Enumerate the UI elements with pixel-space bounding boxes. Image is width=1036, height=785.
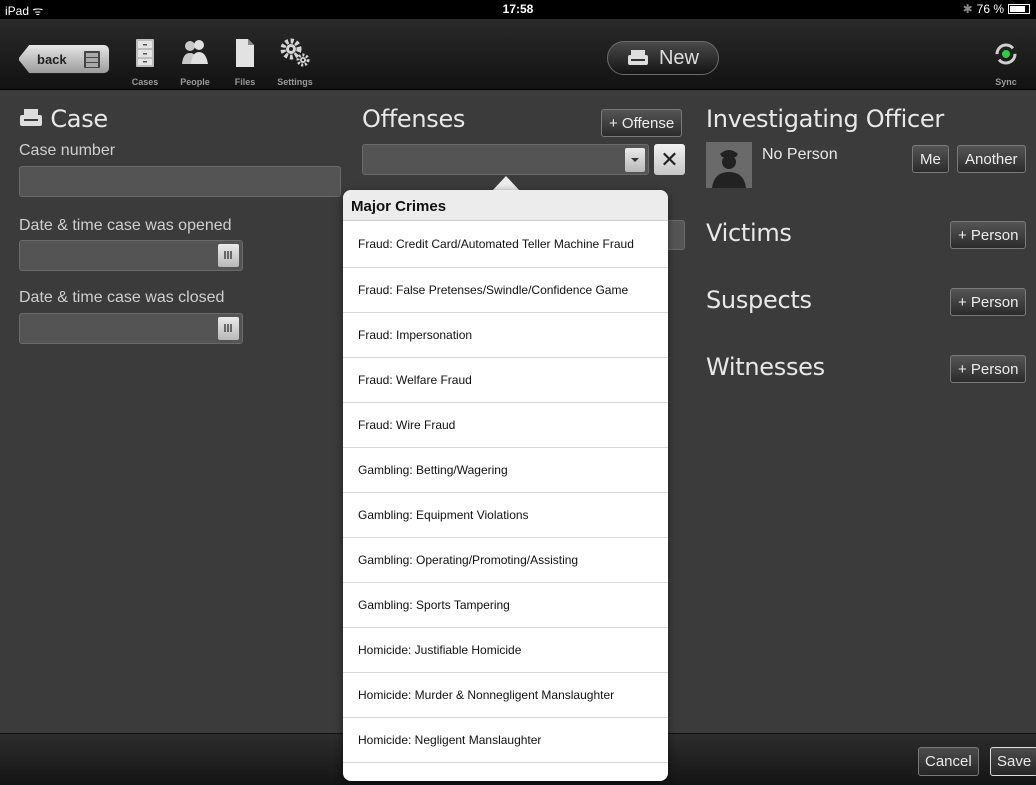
opened-date-label: Date & time case was opened — [19, 217, 232, 234]
cancel-button[interactable]: Cancel — [918, 747, 979, 776]
calendar-icon[interactable] — [218, 317, 239, 340]
sync-button[interactable]: Sync — [986, 19, 1026, 90]
offense-field-behind-popover — [665, 220, 685, 250]
clear-offense-button[interactable]: ✕ — [654, 144, 685, 175]
case-heading: Case — [19, 105, 108, 133]
popover-section-header: Major Crimes — [343, 190, 668, 221]
new-button[interactable]: New — [607, 41, 719, 75]
bluetooth-icon: ✱ — [962, 2, 973, 16]
officer-heading: Investigating Officer — [706, 105, 944, 133]
printer-icon — [627, 50, 648, 65]
sync-label: Sync — [995, 77, 1017, 87]
officer-avatar — [706, 142, 752, 188]
suspects-heading: Suspects — [706, 286, 812, 314]
offense-option[interactable]: Gambling: Equipment Violations — [343, 493, 668, 538]
offense-option[interactable]: Fraud: Credit Card/Automated Teller Mach… — [343, 221, 668, 268]
files-icon — [236, 39, 254, 67]
offenses-heading: Offenses — [362, 105, 466, 133]
offense-option[interactable]: Fraud: Welfare Fraud — [343, 358, 668, 403]
offense-option[interactable]: Fraud: Impersonation — [343, 313, 668, 358]
status-bar: iPad ᯤ 17:58 ✱ 76 % — [0, 0, 1036, 19]
witnesses-heading: Witnesses — [706, 353, 825, 381]
closed-date-label: Date & time case was closed — [19, 289, 225, 306]
case-number-label: Case number — [19, 142, 116, 159]
calendar-icon[interactable] — [218, 244, 239, 267]
gear-icon — [280, 38, 310, 67]
popover-arrow — [492, 176, 520, 191]
status-right: ✱ 76 % — [963, 2, 1030, 16]
victims-heading: Victims — [706, 219, 792, 247]
person-silhouette-icon — [706, 142, 752, 188]
closed-date-input[interactable] — [19, 313, 243, 344]
offense-option[interactable]: Homicide: Murder & Nonnegligent Manslaug… — [343, 673, 668, 718]
offense-option[interactable]: Gambling: Operating/Promoting/Assisting — [343, 538, 668, 583]
cabinet-icon — [84, 51, 100, 68]
case-title: Case — [50, 105, 108, 133]
offense-option[interactable]: Fraud: Wire Fraud — [343, 403, 668, 448]
toolbar-settings[interactable]: Settings — [265, 19, 325, 90]
cabinet-icon — [136, 39, 154, 67]
opened-date-input[interactable] — [19, 240, 243, 271]
offense-option[interactable]: Homicide: Negligent Manslaughter — [343, 718, 668, 763]
printer-icon — [20, 109, 42, 126]
add-witness-button[interactable]: + Person — [950, 355, 1027, 383]
offense-select[interactable] — [362, 144, 649, 175]
sync-icon — [995, 43, 1017, 65]
add-victim-button[interactable]: + Person — [950, 221, 1027, 249]
people-icon — [182, 40, 208, 64]
another-person-button[interactable]: Another — [957, 145, 1026, 173]
me-button[interactable]: Me — [912, 145, 949, 173]
back-button[interactable]: back — [18, 44, 110, 74]
case-number-input[interactable] — [19, 166, 341, 197]
offense-option[interactable]: Gambling: Sports Tampering — [343, 583, 668, 628]
battery-percent: 76 % — [976, 2, 1004, 16]
save-button[interactable]: Save — [990, 747, 1036, 776]
top-toolbar: back Cases People Files Settings New Syn… — [0, 19, 1036, 90]
offense-picker-popover: Major Crimes Fraud: Credit Card/Automate… — [343, 190, 668, 781]
add-offense-button[interactable]: + Offense — [601, 109, 683, 137]
offense-list: Fraud: Credit Card/Automated Teller Mach… — [343, 221, 668, 763]
offense-option[interactable]: Fraud: False Pretenses/Swindle/Confidenc… — [343, 268, 668, 313]
offense-option[interactable]: Homicide: Justifiable Homicide — [343, 628, 668, 673]
status-time: 17:58 — [502, 2, 534, 16]
chevron-down-icon — [625, 148, 645, 172]
add-suspect-button[interactable]: + Person — [950, 288, 1027, 316]
new-label: New — [658, 46, 699, 69]
back-label: back — [37, 51, 67, 67]
toolbar-settings-label: Settings — [277, 77, 313, 87]
officer-name: No Person — [762, 146, 838, 163]
offense-option[interactable]: Gambling: Betting/Wagering — [343, 448, 668, 493]
battery-icon — [1008, 4, 1030, 14]
